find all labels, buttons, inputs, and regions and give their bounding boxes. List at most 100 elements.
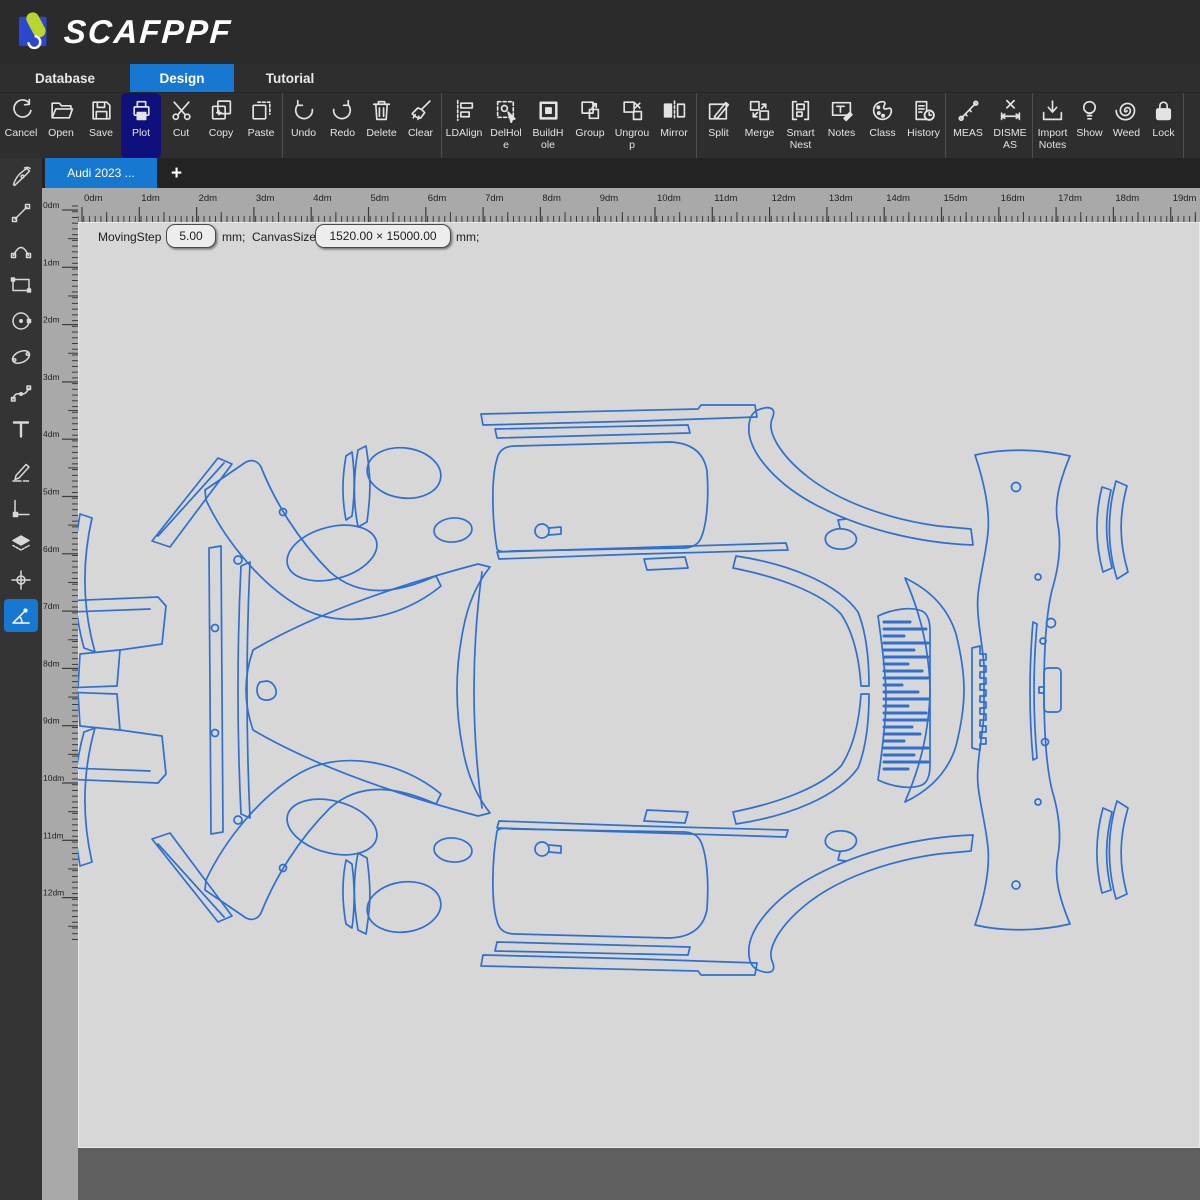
svg-text:19dm: 19dm: [1173, 193, 1197, 204]
svg-text:5dm: 5dm: [43, 487, 60, 497]
piece-rear-crescent: [904, 577, 965, 803]
group-button[interactable]: Group: [569, 93, 611, 159]
ungroup-label: Ungrou p: [614, 127, 650, 151]
svg-text:14dm: 14dm: [886, 193, 910, 204]
open-button[interactable]: Open: [41, 93, 81, 159]
piece-fuel-tab: [824, 829, 858, 862]
ungroup-button[interactable]: Ungrou p: [611, 93, 653, 159]
add-tab-button[interactable]: +: [171, 164, 182, 183]
merge-label: Merge: [744, 127, 775, 139]
sidebar-ellipse-tool[interactable]: [4, 340, 38, 373]
copy-button[interactable]: Copy: [201, 93, 241, 159]
sidebar-rectangle-tool[interactable]: [4, 268, 38, 301]
save-button[interactable]: Save: [81, 93, 121, 159]
redo-label: Redo: [329, 127, 356, 139]
smartnest-icon: [788, 98, 813, 128]
piece-hole: [1011, 880, 1021, 890]
split-button[interactable]: Split: [698, 93, 739, 159]
toolbar-group-1: Cancel Open Save Plot Cut Copy Paste: [0, 93, 283, 159]
piece-ellipse: [366, 880, 442, 934]
logo-film-roll-icon: [18, 8, 56, 57]
delete-button[interactable]: Delete: [362, 93, 401, 159]
group-label: Group: [575, 127, 605, 139]
smartnest-button[interactable]: Smart Nest: [780, 93, 821, 159]
horizontal-ruler: 0dm 1dm 2dm 3dm 4dm 5dm 6dm 7dm 8dm 9dm 10dm 11dm 12…: [42, 188, 1200, 222]
menu-item-database[interactable]: Database: [0, 64, 130, 92]
weed-button[interactable]: Weed: [1108, 93, 1145, 159]
tool-sidebar: [0, 158, 42, 1200]
piece-bumper-sliver: [78, 513, 96, 653]
svg-text:7dm: 7dm: [43, 601, 60, 611]
toolbar-group-5: MEAS DISME AS: [946, 93, 1033, 159]
undo-button[interactable]: Undo: [284, 93, 323, 159]
svg-text:11dm: 11dm: [714, 193, 737, 204]
show-button[interactable]: Show: [1071, 93, 1108, 159]
piece-hole: [1010, 481, 1022, 493]
sidebar-pencil-edit-tool[interactable]: [4, 455, 38, 488]
class-button[interactable]: Class: [862, 93, 903, 159]
merge-button[interactable]: Merge: [739, 93, 780, 159]
sidebar-layers-tool[interactable]: [4, 527, 38, 560]
piece-cowl-arc: [473, 571, 483, 809]
svg-text:7dm: 7dm: [485, 193, 504, 204]
piece-quarter-band: [732, 555, 870, 687]
mirror-button[interactable]: Mirror: [653, 93, 695, 159]
sidebar-line-tool[interactable]: [4, 196, 38, 229]
ldalign-button[interactable]: LDAlign: [443, 93, 485, 159]
plot-button[interactable]: Plot: [121, 93, 161, 159]
piece-bone-slit: [1029, 621, 1038, 761]
cancel-label: Cancel: [4, 127, 38, 139]
menu-item-design[interactable]: Design: [130, 64, 234, 92]
dismeas-button[interactable]: DISME AS: [989, 93, 1031, 159]
canvas-size-input[interactable]: 1520.00 × 15000.00: [315, 224, 451, 248]
delete-label: Delete: [366, 127, 397, 139]
split-icon: [706, 98, 731, 128]
paste-button[interactable]: Paste: [241, 93, 281, 159]
design-canvas[interactable]: MovingStep 5.00 mm; CanvasSize 1520.00 ×…: [78, 222, 1200, 1148]
sidebar-corner-angle-tool[interactable]: [4, 491, 38, 524]
clear-label: Clear: [407, 127, 434, 139]
history-button[interactable]: History: [903, 93, 944, 159]
svg-text:2dm: 2dm: [43, 315, 60, 325]
ppf-pattern-drawing: [78, 404, 1129, 976]
sidebar-circle-tool[interactable]: [4, 304, 38, 337]
sidebar-arc-tool[interactable]: [4, 232, 38, 265]
moving-step-input[interactable]: 5.00: [166, 224, 216, 248]
svg-text:8dm: 8dm: [43, 658, 60, 668]
open-label: Open: [48, 127, 74, 139]
piece-mirror-leaf-2: [353, 445, 371, 528]
clear-button[interactable]: Clear: [401, 93, 440, 159]
piece-handle-tab: [548, 526, 562, 536]
buildhole-button[interactable]: BuildH ole: [527, 93, 569, 159]
menu-bar: Database Design Tutorial: [0, 64, 1200, 92]
toolbar-group-3: LDAlign DelHol e BuildH ole Group Ungrou p Mi…: [442, 93, 697, 159]
piece-hood: [245, 563, 491, 817]
piece-bumper-blade-inner: [157, 462, 225, 537]
piece-hole: [210, 623, 220, 633]
document-tab-audi[interactable]: Audi 2023 ...: [45, 158, 157, 188]
document-tab-label: Audi 2023 ...: [67, 166, 135, 180]
notes-button[interactable]: Notes: [821, 93, 862, 159]
svg-text:0dm: 0dm: [84, 193, 103, 204]
piece-hole: [1034, 573, 1042, 581]
buildhole-icon: [536, 98, 561, 128]
cut-button[interactable]: Cut: [161, 93, 201, 159]
cancel-button[interactable]: Cancel: [1, 93, 41, 159]
svg-text:6dm: 6dm: [43, 544, 60, 554]
sidebar-crosshair-tool[interactable]: [4, 563, 38, 596]
delhole-button[interactable]: DelHol e: [485, 93, 527, 159]
redo-button[interactable]: Redo: [323, 93, 362, 159]
meas-icon: [956, 98, 981, 128]
sidebar-pen-tool[interactable]: [4, 160, 38, 193]
lock-button[interactable]: Lock: [1145, 93, 1182, 159]
sidebar-spline-tool[interactable]: [4, 376, 38, 409]
sidebar-text-tool[interactable]: [4, 412, 38, 445]
importnotes-button[interactable]: Import Notes: [1034, 93, 1071, 159]
piece-hole: [1034, 798, 1042, 806]
menu-item-tutorial[interactable]: Tutorial: [234, 64, 346, 92]
piece-ellipse: [286, 524, 378, 582]
ldalign-icon: [452, 98, 477, 128]
sidebar-measure-angle-tool[interactable]: [4, 599, 38, 632]
piece-mirror-leaf-1: [342, 451, 356, 521]
meas-button[interactable]: MEAS: [947, 93, 989, 159]
